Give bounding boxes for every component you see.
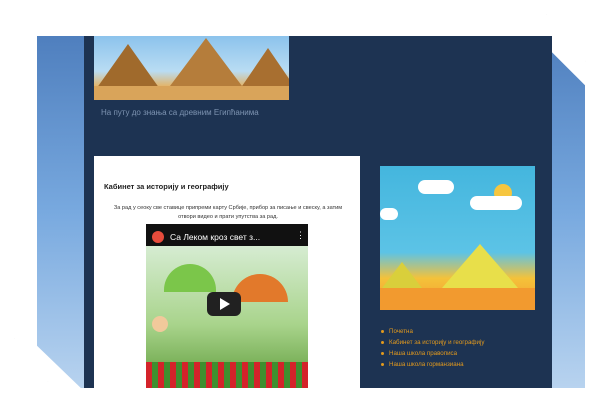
desert-ground [380, 288, 535, 310]
play-button-icon[interactable] [207, 292, 241, 316]
umbrella-green [164, 264, 216, 292]
nav-item-history-geography[interactable]: Кабинет за историју и географију [380, 337, 484, 348]
desert-sand [94, 86, 289, 100]
pyramid-left [94, 44, 162, 92]
channel-avatar-icon[interactable] [152, 231, 164, 243]
nav-item-home[interactable]: Почетна [380, 326, 484, 337]
video-menu-icon[interactable]: ⋮ [296, 230, 305, 241]
post-body-text: За рад у сеоку све ставице припреми карт… [113, 205, 343, 220]
cloud-icon [380, 208, 398, 220]
flower-field [146, 362, 308, 388]
cloud-icon [470, 196, 522, 210]
blog-description: На путу до знања са древним Египћанима [101, 108, 259, 117]
video-thumbnail [146, 246, 308, 388]
post-title[interactable]: Кабинет за историју и географију [104, 182, 229, 191]
sidebar-image[interactable] [380, 166, 535, 310]
nav-item-school[interactable]: Наша школа горманзиана [380, 359, 484, 370]
post-card: Кабинет за историју и географију За рад … [94, 156, 360, 388]
cloud-icon [418, 180, 454, 194]
pyramid-large [442, 244, 518, 288]
video-title[interactable]: Са Леком кроз свет з... [170, 232, 260, 242]
sidebar-nav: Почетна Кабинет за историју и географију… [380, 326, 484, 370]
pyramid-small [382, 262, 422, 288]
child-face-icon [152, 316, 168, 332]
header-image[interactable] [94, 36, 289, 100]
nav-item-spelling-school[interactable]: Наша школа правописа [380, 348, 484, 359]
youtube-video-embed[interactable]: Са Леком кроз свет з... ⋮ [146, 224, 308, 388]
